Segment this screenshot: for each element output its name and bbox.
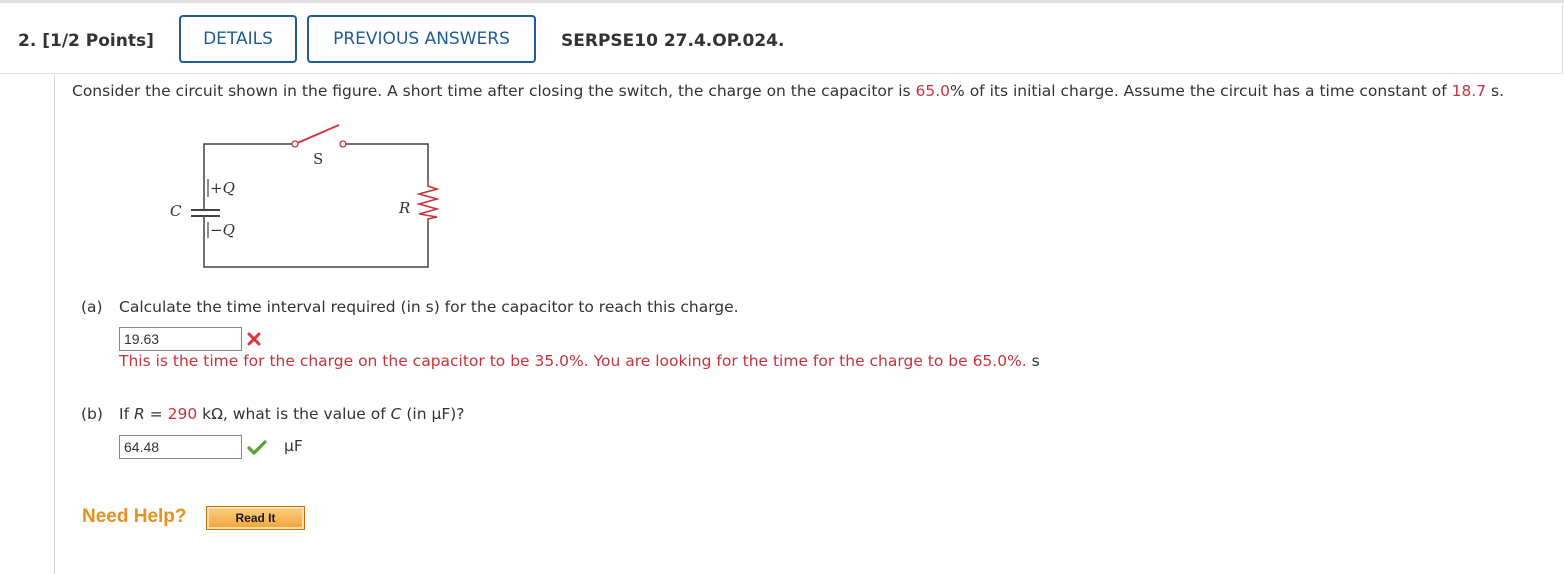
prompt-text-3: s. — [1486, 82, 1505, 100]
wire-top-left — [203, 143, 295, 210]
check-mark-icon — [247, 440, 267, 456]
wire-bottom — [203, 216, 429, 268]
need-help-label: Need Help? — [82, 506, 187, 527]
part-b-label: (b) — [81, 405, 103, 423]
wire-top-right — [343, 143, 429, 181]
part-b-unit: μF — [284, 437, 303, 455]
circuit-diagram: S C +Q −Q R — [170, 124, 440, 268]
details-button[interactable]: DETAILS — [179, 15, 297, 63]
part-a-feedback-text: This is the time for the charge on the c… — [119, 352, 1027, 370]
part-b-equals: = — [144, 405, 168, 423]
switch-label: S — [313, 150, 323, 168]
resistor-zigzag — [416, 181, 440, 222]
circuit-figure: S C +Q −Q R — [150, 118, 450, 278]
x-mark-icon — [246, 331, 262, 347]
prompt-text-2: % of its initial charge. Assume the circ… — [950, 82, 1452, 100]
minus-q-label: −Q — [210, 221, 235, 239]
resistor-label: R — [398, 199, 410, 217]
question-index: 2. — [18, 31, 37, 51]
part-b-answer-field[interactable]: 64.48 — [119, 435, 242, 459]
part-b-question-2: kΩ, what is the value of — [197, 405, 391, 423]
question-header: 2. [1/2 Points] DETAILS PREVIOUS ANSWERS… — [0, 3, 1563, 74]
charge-percent-value: 65.0 — [915, 82, 951, 100]
prompt-text-1: Consider the circuit shown in the figure… — [72, 82, 916, 100]
question-points: [1/2 Points] — [42, 31, 154, 51]
plus-q-label: +Q — [210, 179, 235, 197]
time-constant-value: 18.7 — [1451, 82, 1487, 100]
question-number: 2. [1/2 Points] — [18, 31, 154, 51]
switch-contact — [339, 140, 347, 148]
part-b-question: If R = 290 kΩ, what is the value of C (i… — [119, 405, 465, 423]
part-b-var-r: R — [133, 405, 145, 423]
part-b-var-c: C — [390, 405, 402, 423]
part-a-answer-field[interactable]: 19.63 — [119, 327, 242, 351]
read-it-button[interactable]: Read It — [206, 506, 305, 530]
part-a-feedback: This is the time for the charge on the c… — [119, 352, 1040, 370]
part-a-question: Calculate the time interval required (in… — [119, 298, 739, 316]
switch-lever — [294, 124, 340, 145]
part-a-label: (a) — [81, 298, 103, 316]
switch-pivot — [291, 140, 299, 148]
resistance-value: 290 — [167, 405, 198, 423]
previous-answers-button[interactable]: PREVIOUS ANSWERS — [307, 15, 536, 63]
capacitor-label: C — [170, 202, 182, 220]
part-b-question-1: If — [119, 405, 134, 423]
question-prompt: Consider the circuit shown in the figure… — [72, 82, 1504, 100]
part-b-question-3: (in μF)? — [401, 405, 465, 423]
part-a-unit: s — [1031, 352, 1040, 370]
question-code: SERPSE10 27.4.OP.024. — [561, 31, 785, 51]
content-divider — [54, 74, 55, 574]
